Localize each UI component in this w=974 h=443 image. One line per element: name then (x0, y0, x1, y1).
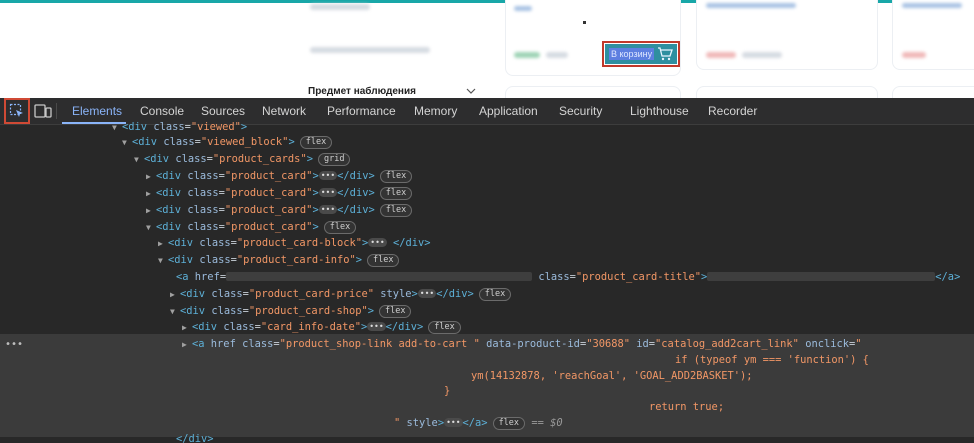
dom-node-close[interactable]: </div> (0, 431, 974, 443)
blurred-text (310, 4, 370, 10)
dom-node[interactable]: ▼ <div class="viewed"> (0, 119, 974, 135)
layout-badge[interactable]: flex (366, 254, 400, 267)
tab-recorder[interactable]: Recorder (708, 104, 757, 118)
layout-badge[interactable]: flex (478, 288, 512, 301)
redacted-text (707, 272, 936, 281)
tab-sources[interactable]: Sources (201, 104, 245, 118)
onclick-code-line: if (typeof ym === 'function') { (675, 354, 869, 366)
expand-triangle-icon[interactable]: ▶ (146, 186, 156, 202)
expand-triangle-icon[interactable]: ▶ (146, 203, 156, 219)
tab-performance[interactable]: Performance (327, 104, 396, 118)
blurred-price (742, 52, 782, 58)
product-card (892, 86, 974, 98)
dom-node[interactable]: ▶ <div class="product_card-block"> ••• </d… (0, 235, 974, 251)
inspect-cursor-icon (9, 103, 23, 117)
onclick-code-line: return true; (649, 401, 725, 413)
tab-console[interactable]: Console (140, 104, 184, 118)
collapsed-content-icon[interactable]: ••• (417, 289, 437, 298)
dom-node[interactable]: ▼ <div class="product_card-info"> flex (0, 252, 974, 268)
collapsed-content-icon[interactable]: ••• (318, 188, 338, 197)
devtools-panel: Elements Console Sources Network Perform… (0, 98, 974, 443)
expand-triangle-icon[interactable]: ▶ (170, 287, 180, 303)
layout-badge[interactable]: flex (379, 187, 413, 200)
dom-node[interactable]: <a href= class="product_card-title"> </a> (0, 269, 974, 285)
blurred-price (546, 52, 568, 58)
expand-triangle-icon[interactable]: ▶ (182, 337, 192, 353)
expand-triangle-icon[interactable]: ▶ (182, 320, 192, 336)
dom-node[interactable]: ▶ <div class="product_card"> ••• </div> flex (0, 168, 974, 184)
add-to-cart-label: В корзину (609, 48, 655, 60)
tab-lighthouse[interactable]: Lighthouse (630, 104, 689, 118)
layout-badge[interactable]: flex (379, 204, 413, 217)
expand-triangle-icon[interactable]: ▶ (146, 169, 156, 185)
collapsed-content-icon[interactable]: ••• (367, 322, 386, 331)
add-to-cart-button[interactable]: В корзину (605, 44, 677, 64)
collapse-triangle-icon[interactable]: ▼ (158, 253, 168, 269)
layout-badge[interactable]: grid (317, 153, 351, 166)
collapsed-content-icon[interactable]: ••• (318, 205, 338, 214)
blurred-price (514, 52, 540, 58)
blurred-text (514, 6, 532, 11)
collapsed-content-icon[interactable]: ••• (368, 238, 387, 247)
dom-node[interactable]: ▶ <div class="product_card-price" style> •… (0, 286, 974, 302)
onclick-code-line: ym(14132878, 'reachGoal', 'GOAL_ADD2BASK… (471, 370, 753, 382)
product-card (696, 0, 878, 70)
dom-node[interactable]: ▼ <div class="product_card"> flex (0, 219, 974, 235)
blurred-price (706, 52, 736, 58)
dom-node[interactable]: ▼ <div class="viewed_block"> flex (0, 134, 974, 150)
tab-separator (56, 103, 57, 119)
expand-triangle-icon[interactable]: ▶ (158, 236, 168, 252)
selected-node-marker: == $0 (531, 417, 563, 429)
collapse-triangle-icon[interactable]: ▼ (170, 304, 180, 320)
tab-memory[interactable]: Memory (414, 104, 457, 118)
chevron-down-icon (466, 88, 476, 94)
dom-node[interactable]: ▶ <div class="product_card"> ••• </div> flex (0, 202, 974, 218)
tab-network[interactable]: Network (262, 104, 306, 118)
layout-badge[interactable]: flex (379, 170, 413, 183)
collapse-triangle-icon[interactable]: ▼ (134, 152, 144, 168)
shopping-cart-icon (658, 47, 673, 61)
tab-application[interactable]: Application (479, 104, 538, 118)
layout-badge[interactable]: flex (428, 321, 461, 334)
collapsed-content-icon[interactable]: ••• (444, 418, 463, 427)
collapse-triangle-icon[interactable]: ▼ (122, 135, 132, 151)
device-toolbar-icon[interactable] (34, 103, 52, 119)
layout-badge[interactable]: flex (323, 221, 357, 234)
product-card (696, 86, 878, 98)
redacted-value (226, 272, 533, 281)
layout-badge[interactable]: flex (299, 136, 333, 149)
tab-security[interactable]: Security (559, 104, 602, 118)
web-page-viewport: В корзину Предмет наблюдения (0, 0, 974, 98)
page-dot (583, 21, 586, 24)
blurred-text (902, 3, 962, 8)
blurred-text (310, 47, 430, 53)
dom-node[interactable]: ▶ <div class="card_info-date"> ••• </div> fl… (0, 319, 974, 335)
dom-node[interactable]: ▼ <div class="product_cards"> grid (0, 151, 974, 167)
dom-node-selected-end[interactable]: " style> ••• </a> flex == $0 (0, 415, 974, 431)
dom-node[interactable]: ▼ <div class="product_card-shop"> flex (0, 303, 974, 319)
dom-node[interactable]: ▶ <div class="product_card"> ••• </div> flex (0, 185, 974, 201)
tab-elements[interactable]: Elements (72, 104, 122, 118)
blurred-text (706, 3, 796, 8)
blurred-price (902, 52, 926, 58)
product-card (505, 86, 681, 98)
dom-tree[interactable]: ••• ▼ <div class="viewed"> ▼ <div class="v… (0, 121, 974, 443)
layout-badge[interactable]: flex (492, 417, 526, 430)
dom-node-selected[interactable]: ▶ <a href class="product_shop-link add-to… (0, 336, 974, 352)
layout-badge[interactable]: flex (378, 305, 412, 318)
onclick-code-line: } (444, 385, 451, 397)
observe-dropdown[interactable]: Предмет наблюдения (300, 81, 486, 98)
product-card (892, 0, 974, 70)
collapse-triangle-icon[interactable]: ▼ (146, 220, 156, 236)
observe-label: Предмет наблюдения (308, 85, 416, 97)
collapsed-content-icon[interactable]: ••• (318, 171, 338, 180)
